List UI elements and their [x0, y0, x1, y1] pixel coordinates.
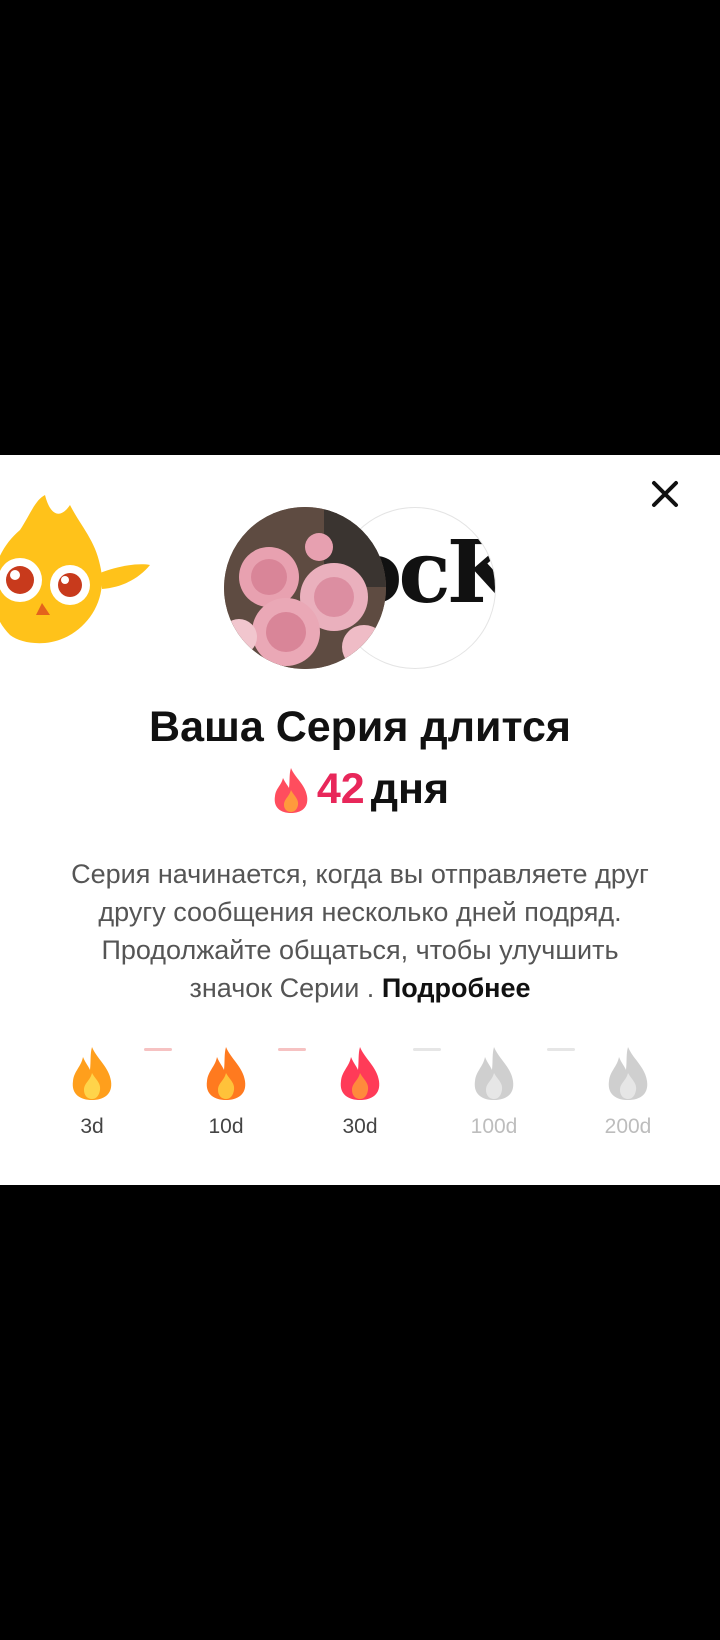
close-button[interactable] [648, 477, 682, 511]
fire-icon [72, 1047, 112, 1100]
avatar-user[interactable] [224, 507, 386, 669]
streak-unit: дня [370, 765, 450, 813]
milestone-30d: 30d [310, 1045, 410, 1139]
fire-icon [274, 767, 308, 813]
dialog-title: Ваша Серия длится [149, 703, 571, 751]
milestone-label: 10d [208, 1115, 244, 1138]
milestone-connector [278, 1048, 306, 1051]
fire-icon [340, 1047, 380, 1100]
milestone-label: 3d [80, 1115, 104, 1138]
description: Серия начинается, когда вы отправляете д… [60, 855, 660, 1007]
roses-image [224, 507, 386, 669]
milestone-connector [144, 1048, 172, 1051]
streak-dialog: ocK Ваша Серия длится 42 дня Серия начин… [0, 455, 720, 1185]
fire-icon [206, 1047, 246, 1100]
milestone-label: 30d [342, 1115, 378, 1138]
fire-icon [474, 1047, 514, 1100]
streak-count-row: 42 дня [0, 765, 720, 814]
description-text: Серия начинается, когда вы отправляете д… [71, 859, 649, 1003]
fire-mascot-icon [0, 495, 150, 644]
milestone-label: 200d [604, 1115, 652, 1138]
milestone-label: 100d [470, 1115, 518, 1138]
milestone-10d: 10d [176, 1045, 276, 1139]
streak-number: 42 [316, 765, 365, 813]
milestone-connector [547, 1048, 575, 1051]
milestone-connector [413, 1048, 441, 1051]
milestone-3d: 3d [42, 1045, 142, 1139]
fire-icon [608, 1047, 648, 1100]
close-icon [652, 481, 678, 507]
more-link[interactable]: Подробнее [382, 973, 531, 1003]
milestone-100d: 100d [444, 1045, 544, 1139]
milestone-200d: 200d [578, 1045, 678, 1139]
